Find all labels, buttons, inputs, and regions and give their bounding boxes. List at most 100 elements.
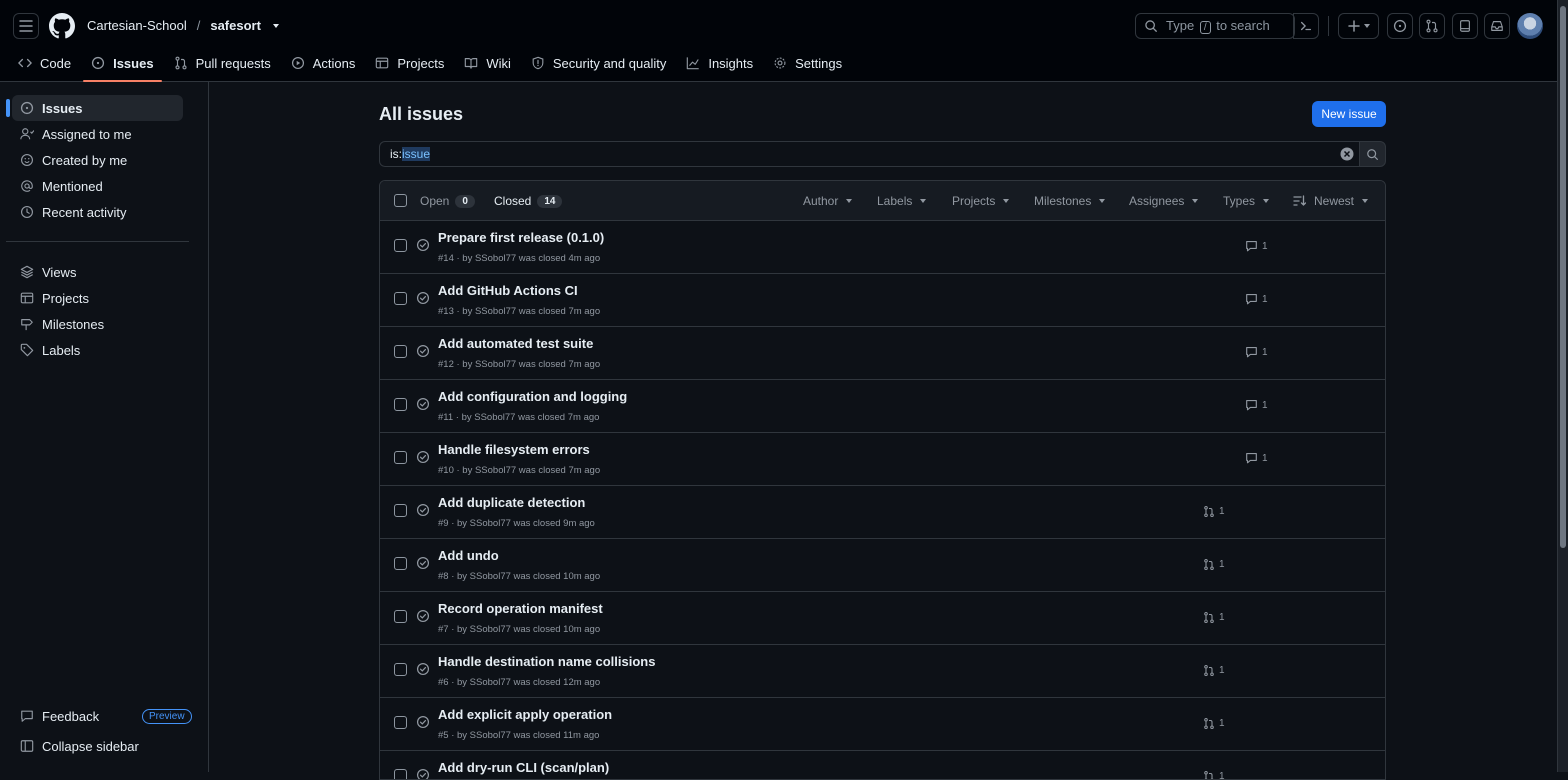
tab-wiki[interactable]: Wiki bbox=[454, 46, 521, 80]
linked-pr-count[interactable]: 1 bbox=[1203, 505, 1225, 518]
author-filter-button[interactable]: Author bbox=[803, 194, 853, 208]
issue-checkbox[interactable] bbox=[394, 504, 407, 517]
git-pull-request-icon bbox=[1204, 611, 1214, 624]
comment-count[interactable]: 1 bbox=[1245, 452, 1268, 464]
filter-label: Types bbox=[1223, 194, 1256, 208]
issue-checkbox[interactable] bbox=[394, 610, 407, 623]
comment-count[interactable]: 1 bbox=[1245, 399, 1268, 411]
issue-row[interactable]: Record operation manifest #7 · by SSobol7… bbox=[380, 592, 1385, 645]
your-pull-requests-button[interactable] bbox=[1419, 13, 1445, 39]
issue-checkbox[interactable] bbox=[394, 716, 407, 729]
tab-issues[interactable]: Issues bbox=[81, 46, 163, 82]
select-all-checkbox[interactable] bbox=[394, 194, 407, 207]
issue-title-link[interactable]: Record operation manifest bbox=[438, 601, 603, 616]
issue-title-link[interactable]: Add GitHub Actions CI bbox=[438, 283, 578, 298]
open-filter-tab[interactable]: Open 0 bbox=[420, 194, 475, 208]
comment-count[interactable]: 1 bbox=[1245, 240, 1268, 252]
sidebar-item-views[interactable]: Views bbox=[12, 259, 183, 285]
issue-checkbox[interactable] bbox=[394, 769, 407, 779]
issue-title-link[interactable]: Add automated test suite bbox=[438, 336, 593, 351]
issue-row[interactable]: Handle filesystem errors #10 · by SSobol7… bbox=[380, 433, 1385, 486]
issue-checkbox[interactable] bbox=[394, 239, 407, 252]
issue-checkbox[interactable] bbox=[394, 398, 407, 411]
tab-projects[interactable]: Projects bbox=[365, 46, 454, 80]
menu-button[interactable] bbox=[13, 13, 39, 39]
tab-pull-requests[interactable]: Pull requests bbox=[164, 46, 281, 80]
user-avatar[interactable] bbox=[1517, 13, 1543, 39]
comment-count[interactable]: 1 bbox=[1245, 346, 1268, 358]
projects-filter-button[interactable]: Projects bbox=[952, 194, 1010, 208]
assignees-filter-button[interactable]: Assignees bbox=[1129, 194, 1199, 208]
issue-row[interactable]: Add explicit apply operation #5 · by SSob… bbox=[380, 698, 1385, 751]
issue-title-link[interactable]: Handle filesystem errors bbox=[438, 442, 590, 457]
page-scrollbar[interactable] bbox=[1557, 0, 1568, 772]
comment-count-label: 1 bbox=[1262, 452, 1268, 464]
issue-title-link[interactable]: Add undo bbox=[438, 548, 499, 563]
issue-row[interactable]: Add undo #8 · by SSobol77 was closed 10m … bbox=[380, 539, 1385, 592]
inbox-button[interactable] bbox=[1484, 13, 1510, 39]
issue-filter-input[interactable]: is: issue bbox=[379, 141, 1360, 167]
issue-checkbox[interactable] bbox=[394, 451, 407, 464]
issue-title-link[interactable]: Handle destination name collisions bbox=[438, 654, 655, 669]
repo-link[interactable]: safesort bbox=[210, 18, 261, 33]
types-filter-button[interactable]: Types bbox=[1223, 194, 1270, 208]
issue-row[interactable]: Add GitHub Actions CI #13 · by SSobol77 w… bbox=[380, 274, 1385, 327]
sidebar-item-projects[interactable]: Projects bbox=[12, 285, 183, 311]
issue-checkbox[interactable] bbox=[394, 663, 407, 676]
linked-pr-count[interactable]: 1 bbox=[1203, 664, 1225, 677]
sidebar-item-assigned[interactable]: Assigned to me bbox=[12, 121, 183, 147]
new-issue-button[interactable]: New issue bbox=[1312, 101, 1386, 127]
tab-settings[interactable]: Settings bbox=[763, 46, 852, 80]
create-new-button[interactable] bbox=[1338, 13, 1379, 39]
sort-button[interactable]: Newest bbox=[1293, 194, 1369, 208]
tab-insights[interactable]: Insights bbox=[676, 46, 763, 80]
issue-checkbox[interactable] bbox=[394, 345, 407, 358]
issue-title-link[interactable]: Add dry-run CLI (scan/plan) bbox=[438, 760, 609, 775]
comment-count[interactable]: 1 bbox=[1245, 293, 1268, 305]
issue-row[interactable]: Add duplicate detection #9 · by SSobol77 … bbox=[380, 486, 1385, 539]
linked-pr-count[interactable]: 1 bbox=[1203, 558, 1225, 571]
issue-title-link[interactable]: Add configuration and logging bbox=[438, 389, 627, 404]
issue-checkbox[interactable] bbox=[394, 292, 407, 305]
issue-title-link[interactable]: Add duplicate detection bbox=[438, 495, 585, 510]
issue-title-link[interactable]: Prepare first release (0.1.0) bbox=[438, 230, 604, 245]
issue-row[interactable]: Add configuration and logging #11 · by SS… bbox=[380, 380, 1385, 433]
issue-row[interactable]: Add automated test suite #12 · by SSobol7… bbox=[380, 327, 1385, 380]
owner-link[interactable]: Cartesian-School bbox=[87, 18, 187, 33]
milestones-filter-button[interactable]: Milestones bbox=[1034, 194, 1106, 208]
sidebar-item-labels[interactable]: Labels bbox=[12, 337, 183, 363]
github-logo-icon[interactable] bbox=[49, 13, 75, 39]
linked-pr-count-label: 1 bbox=[1219, 665, 1225, 676]
labels-filter-button[interactable]: Labels bbox=[877, 194, 927, 208]
collapse-sidebar-button[interactable]: Collapse sidebar bbox=[12, 733, 183, 759]
repo-menu-chevron-down-icon[interactable] bbox=[272, 23, 279, 28]
global-search-input[interactable]: Type / to search bbox=[1135, 13, 1295, 39]
filter-search-button[interactable] bbox=[1359, 141, 1386, 167]
tab-security[interactable]: Security and quality bbox=[521, 46, 676, 80]
sidebar-item-recent-activity[interactable]: Recent activity bbox=[12, 199, 183, 225]
sidebar-item-mentioned[interactable]: Mentioned bbox=[12, 173, 183, 199]
issue-row[interactable]: Handle destination name collisions #6 · b… bbox=[380, 645, 1385, 698]
tab-code[interactable]: Code bbox=[0, 46, 81, 80]
issue-checkbox[interactable] bbox=[394, 557, 407, 570]
sidebar-item-label: Assigned to me bbox=[42, 126, 132, 142]
sidebar-item-issues[interactable]: Issues bbox=[6, 95, 183, 121]
clear-filter-icon[interactable] bbox=[1340, 147, 1354, 161]
issue-title-link[interactable]: Add explicit apply operation bbox=[438, 707, 612, 722]
issue-state-icon bbox=[416, 609, 430, 623]
sidebar-item-created[interactable]: Created by me bbox=[12, 147, 183, 173]
tab-label: Code bbox=[40, 55, 72, 71]
tab-label: Wiki bbox=[486, 55, 511, 71]
your-issues-button[interactable] bbox=[1387, 13, 1413, 39]
issue-row[interactable]: Add dry-run CLI (scan/plan) 1 bbox=[380, 751, 1385, 779]
command-palette-button[interactable] bbox=[1293, 13, 1319, 39]
linked-pr-count[interactable]: 1 bbox=[1203, 717, 1225, 730]
repositories-button[interactable] bbox=[1452, 13, 1478, 39]
tab-actions[interactable]: Actions bbox=[281, 46, 366, 80]
closed-filter-tab[interactable]: Closed 14 bbox=[494, 194, 563, 208]
linked-pr-count[interactable]: 1 bbox=[1203, 611, 1225, 624]
sidebar-item-label: Projects bbox=[42, 290, 89, 306]
scrollbar-thumb[interactable] bbox=[1560, 6, 1566, 548]
issue-row[interactable]: Prepare first release (0.1.0) #14 · by SS… bbox=[380, 221, 1385, 274]
sidebar-item-milestones[interactable]: Milestones bbox=[12, 311, 183, 337]
